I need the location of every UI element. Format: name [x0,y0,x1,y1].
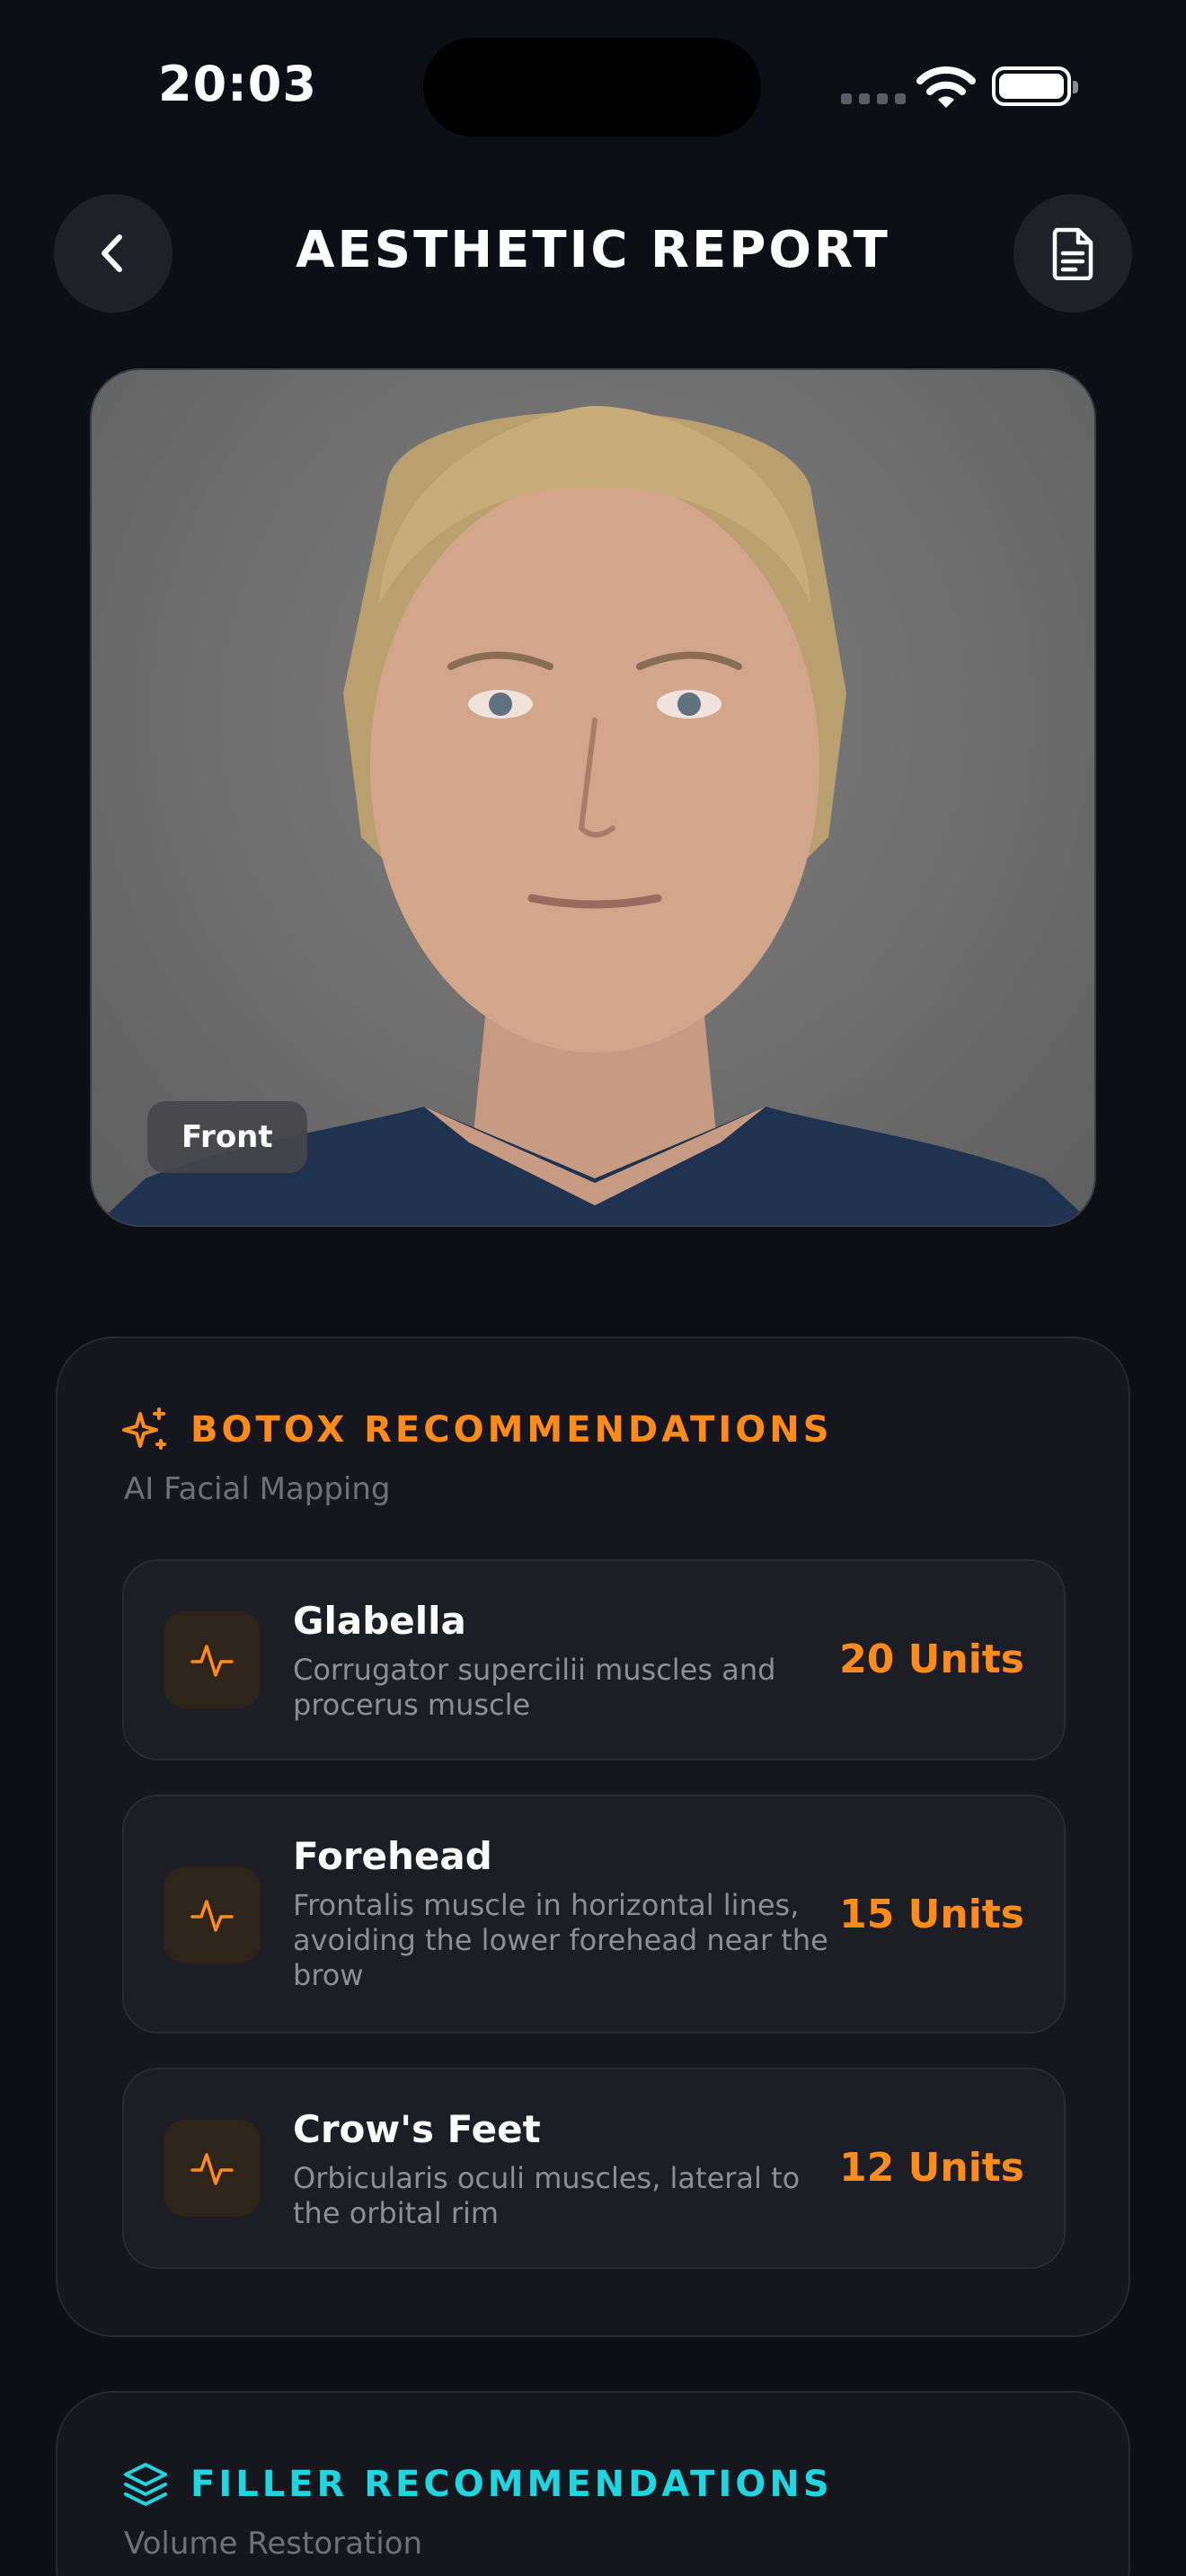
pulse-icon [164,2120,261,2217]
botox-card-header: BOTOX RECOMMENDATIONS [122,1407,833,1453]
wifi-icon [916,66,976,108]
botox-item-units: 12 Units [839,2145,1024,2191]
cellular-signal-icon [841,93,906,104]
botox-item-crows-feet[interactable]: Crow's Feet Orbicularis oculi muscles, l… [122,2068,1066,2269]
face-photo[interactable]: Front [90,368,1096,1227]
filler-recommendations-card: FILLER RECOMMENDATIONS Volume Restoratio… [56,2391,1130,2576]
document-icon [1052,227,1093,280]
report-document-button[interactable] [1013,194,1132,313]
filler-card-header: FILLER RECOMMENDATIONS [122,2461,833,2508]
botox-card-title: BOTOX RECOMMENDATIONS [190,1409,833,1451]
botox-item-name: Crow's Feet [293,2107,541,2151]
botox-card-subtitle: AI Facial Mapping [124,1471,391,1507]
botox-item-forehead[interactable]: Forehead Frontalis muscle in horizontal … [122,1795,1066,2033]
status-bar: 20:03 [0,0,1186,171]
sparkles-icon [122,1407,166,1450]
botox-item-units: 15 Units [839,1892,1024,1937]
botox-recommendations-card: BOTOX RECOMMENDATIONS AI Facial Mapping … [56,1337,1130,2337]
pulse-icon [164,1866,261,1963]
botox-item-description: Orbicularis oculi muscles, lateral to th… [293,2161,801,2230]
face-portrait-image [95,406,1094,1225]
botox-item-description: Frontalis muscle in horizontal lines, av… [293,1888,828,1992]
photo-view-label: Front [147,1101,307,1173]
botox-item-units: 20 Units [839,1636,1024,1682]
page-title: AESTHETIC REPORT [296,221,890,279]
status-time: 20:03 [158,56,317,112]
botox-item-name: Glabella [293,1599,466,1643]
botox-item-name: Forehead [293,1834,492,1878]
battery-icon [992,66,1078,106]
botox-item-description: Corrugator supercilii muscles and procer… [293,1653,776,1722]
botox-item-glabella[interactable]: Glabella Corrugator supercilii muscles a… [122,1559,1066,1760]
layers-icon [124,2463,167,2506]
dynamic-island [423,38,761,137]
filler-card-title: FILLER RECOMMENDATIONS [190,2464,833,2505]
pulse-icon [164,1611,261,1708]
filler-card-subtitle: Volume Restoration [124,2526,423,2562]
